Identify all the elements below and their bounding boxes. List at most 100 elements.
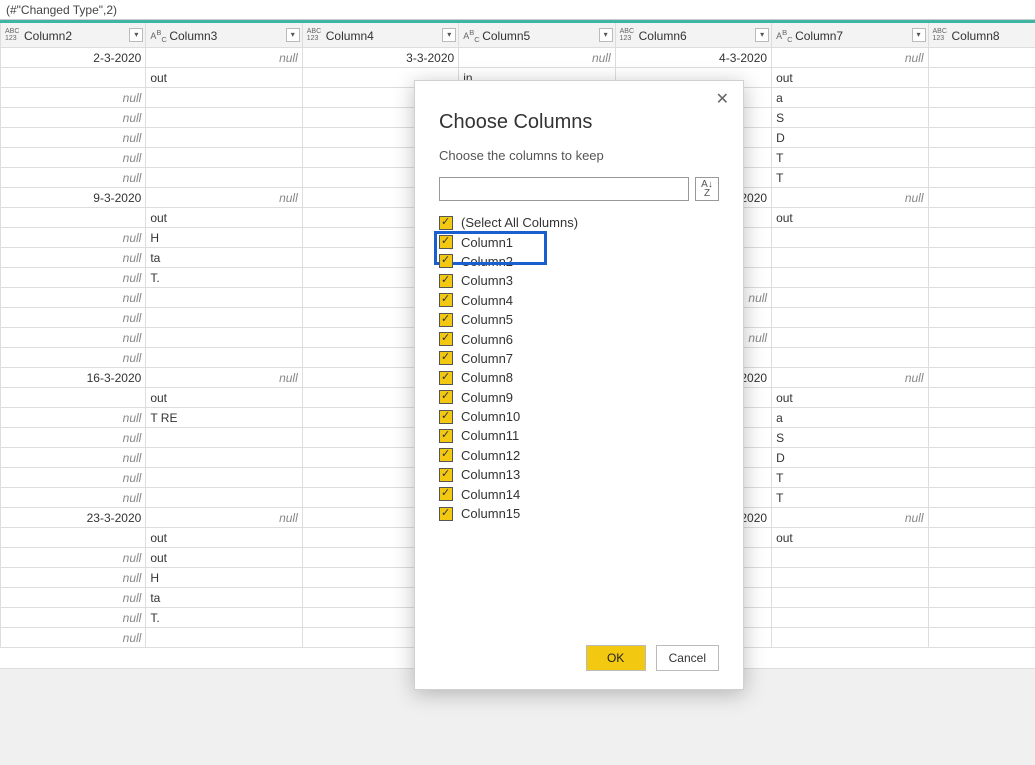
table-cell[interactable] [146, 148, 302, 168]
table-cell[interactable]: null [772, 188, 928, 208]
formula-bar[interactable]: (#"Changed Type",2) [0, 0, 1035, 20]
table-cell[interactable] [928, 108, 1035, 128]
table-cell[interactable] [146, 108, 302, 128]
table-cell[interactable]: null [1, 408, 146, 428]
table-cell[interactable]: T. [146, 268, 302, 288]
table-cell[interactable] [1, 68, 146, 88]
table-cell[interactable]: null [1, 468, 146, 488]
column-header[interactable]: ABCColumn7 ▾ [772, 22, 928, 48]
table-cell[interactable] [772, 568, 928, 588]
table-cell[interactable]: ta [146, 588, 302, 608]
chevron-down-icon[interactable]: ▾ [599, 28, 613, 42]
cancel-button[interactable]: Cancel [656, 645, 719, 671]
table-cell[interactable]: S [772, 428, 928, 448]
column-item-12[interactable]: Column13 [439, 465, 719, 484]
table-cell[interactable]: null [146, 368, 302, 388]
table-cell[interactable]: H [146, 228, 302, 248]
table-cell[interactable]: null [772, 368, 928, 388]
table-cell[interactable]: null [1, 588, 146, 608]
table-cell[interactable]: null [928, 608, 1035, 628]
table-cell[interactable]: null [772, 508, 928, 528]
table-cell[interactable] [146, 328, 302, 348]
table-cell[interactable] [146, 168, 302, 188]
column-item-10[interactable]: Column11 [439, 426, 719, 445]
table-cell[interactable] [146, 628, 302, 648]
checkbox-icon[interactable] [439, 293, 453, 307]
column-item-7[interactable]: Column8 [439, 368, 719, 387]
table-cell[interactable] [772, 628, 928, 648]
table-cell[interactable] [772, 348, 928, 368]
checkbox-icon[interactable] [439, 235, 453, 249]
column-item-0[interactable]: Column1 [439, 232, 719, 251]
table-cell[interactable]: null [1, 268, 146, 288]
table-cell[interactable]: 3-3-2020 [302, 48, 458, 68]
table-cell[interactable]: 9-3-2020 [1, 188, 146, 208]
column-item-8[interactable]: Column9 [439, 388, 719, 407]
table-cell[interactable]: null [1, 148, 146, 168]
column-item-2[interactable]: Column3 [439, 271, 719, 290]
table-cell[interactable] [1, 388, 146, 408]
chevron-down-icon[interactable]: ▾ [755, 28, 769, 42]
table-cell[interactable] [146, 468, 302, 488]
checkbox-icon[interactable] [439, 254, 453, 268]
table-cell[interactable]: null [1, 628, 146, 648]
table-cell[interactable] [772, 588, 928, 608]
table-cell[interactable]: null [146, 48, 302, 68]
checkbox-icon[interactable] [439, 332, 453, 346]
table-cell[interactable] [928, 488, 1035, 508]
table-cell[interactable] [928, 208, 1035, 228]
table-cell[interactable]: null [1, 448, 146, 468]
table-cell[interactable]: null [459, 48, 615, 68]
table-cell[interactable]: null [928, 228, 1035, 248]
table-cell[interactable]: null [1, 568, 146, 588]
table-cell[interactable] [928, 428, 1035, 448]
table-cell[interactable] [146, 308, 302, 328]
column-item-6[interactable]: Column7 [439, 349, 719, 368]
checkbox-icon[interactable] [439, 274, 453, 288]
table-cell[interactable]: D [772, 128, 928, 148]
search-input[interactable] [439, 177, 689, 201]
table-cell[interactable]: null [928, 248, 1035, 268]
table-cell[interactable]: out [146, 528, 302, 548]
table-cell[interactable]: T [772, 488, 928, 508]
table-cell[interactable]: 26 [928, 508, 1035, 528]
table-cell[interactable]: out [772, 388, 928, 408]
table-cell[interactable]: 23-3-2020 [1, 508, 146, 528]
table-cell[interactable]: null [146, 188, 302, 208]
table-cell[interactable] [1, 208, 146, 228]
table-cell[interactable]: D [772, 448, 928, 468]
table-cell[interactable] [772, 288, 928, 308]
ok-button[interactable]: OK [586, 645, 646, 671]
table-cell[interactable] [928, 168, 1035, 188]
table-cell[interactable] [928, 548, 1035, 568]
column-header[interactable]: ABCColumn3 ▾ [146, 22, 302, 48]
table-cell[interactable]: null [928, 628, 1035, 648]
table-cell[interactable] [928, 528, 1035, 548]
column-header[interactable]: ABC123Column4 ▾ [302, 22, 458, 48]
table-cell[interactable]: out [146, 68, 302, 88]
table-cell[interactable]: a [772, 88, 928, 108]
close-icon[interactable]: ✕ [712, 89, 733, 109]
checkbox-icon[interactable] [439, 487, 453, 501]
table-cell[interactable]: null [928, 348, 1035, 368]
column-item-select-all[interactable]: (Select All Columns) [439, 213, 719, 232]
table-cell[interactable]: S [772, 108, 928, 128]
table-cell[interactable] [146, 128, 302, 148]
table-cell[interactable]: null [1, 248, 146, 268]
table-cell[interactable] [772, 308, 928, 328]
table-cell[interactable]: null [928, 568, 1035, 588]
table-cell[interactable] [772, 268, 928, 288]
table-cell[interactable] [1, 528, 146, 548]
table-cell[interactable] [928, 388, 1035, 408]
column-item-14[interactable]: Column15 [439, 504, 719, 523]
column-header[interactable]: ABCColumn5 ▾ [459, 22, 615, 48]
table-cell[interactable] [928, 148, 1035, 168]
checkbox-icon[interactable] [439, 468, 453, 482]
table-cell[interactable] [772, 548, 928, 568]
table-cell[interactable]: out [146, 548, 302, 568]
table-cell[interactable]: 5 [928, 48, 1035, 68]
table-cell[interactable]: null [1, 88, 146, 108]
table-cell[interactable]: null [1, 168, 146, 188]
column-item-9[interactable]: Column10 [439, 407, 719, 426]
table-cell[interactable]: 4-3-2020 [615, 48, 771, 68]
